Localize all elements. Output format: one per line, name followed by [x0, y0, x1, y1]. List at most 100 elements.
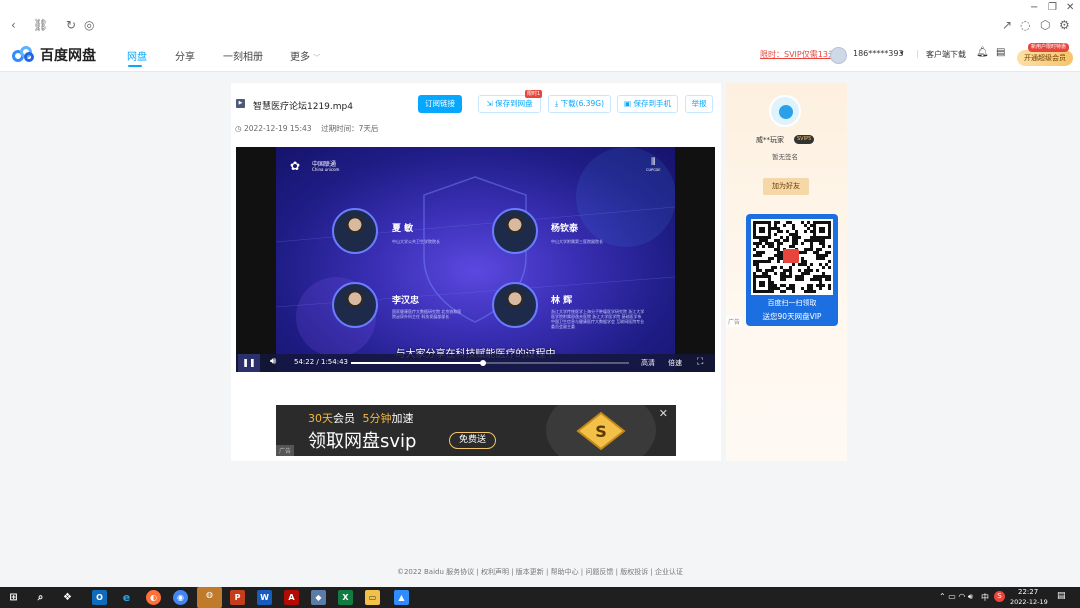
close-icon[interactable]: ✕ [659, 407, 668, 420]
speaker-title: 浙江大学传统医学上海分子肿瘤医学研究院 浙江大学医学院附属邵逸夫医院 浙江大学医… [551, 309, 645, 329]
vip-open-button[interactable]: 开通超级会员 [1017, 50, 1073, 66]
acrobat-icon[interactable]: A [284, 590, 299, 605]
report-button[interactable]: 举报 [685, 95, 713, 113]
qr-caption-line2: 送您90天网盘VIP [762, 312, 822, 321]
comment-icon[interactable]: ◌ [1020, 19, 1030, 31]
speaker-title: 国家健康医疗大数据研究院 北京协和医院泌尿外科主任 科技发展部部长 [392, 309, 462, 319]
firefox-icon[interactable]: ◐ [146, 590, 161, 605]
speaker-title: 中山大学附属第三医院副院长 [551, 239, 603, 244]
chevron-down-icon: ﹀ [313, 54, 321, 62]
baidu-pan-taskbar-icon[interactable]: ▲ [394, 590, 409, 605]
sharer-card: 威**玩家 SVIP5 暂无签名 加为好友 百度扫一扫领取 送您90天网盘VIP… [726, 83, 847, 461]
vip-promo-badge: 新用户限时特惠 [1028, 43, 1070, 52]
svip-promo-link[interactable]: 限时：SVIP仅需13元 [760, 49, 836, 60]
sharer-signature: 暂无签名 [772, 153, 798, 161]
settings-icon[interactable]: ⚙ [1059, 19, 1070, 31]
notification-icon[interactable]: ▤ [1057, 591, 1066, 601]
nav-item-more[interactable]: 更多 ﹀ [290, 48, 320, 63]
volume-icon[interactable]: 🔊︎ [270, 356, 276, 367]
add-friend-button[interactable]: 加为好友 [763, 178, 809, 195]
share-icon[interactable]: ↗ [1002, 19, 1012, 31]
speaker-photo [492, 282, 538, 328]
excel-icon[interactable]: X [338, 590, 353, 605]
speaker-name: 李汉忠 [392, 296, 420, 306]
page-footer: ©2022 Baidu 服务协议 | 权利声明 | 版本更新 | 帮助中心 | … [396, 568, 684, 576]
minimize-button[interactable]: − [1030, 2, 1038, 13]
ad-free-button[interactable]: 免费送 [449, 432, 497, 449]
video-background-graphic [276, 147, 675, 357]
cube-icon[interactable]: ⬡ [1040, 19, 1050, 31]
app-icon[interactable]: ◆ [311, 590, 326, 605]
bars-icon: ⦀ [651, 157, 656, 168]
globe-icon[interactable]: ◎ [84, 19, 94, 31]
powerpoint-icon[interactable]: P [230, 590, 245, 605]
pause-button[interactable]: ❚❚ [238, 354, 260, 372]
video-player[interactable]: ✿ 中国联通 China unicom ⦀ CUPCDE 夏 敏 中山大学公共卫… [236, 147, 715, 372]
speed-button[interactable]: 倍速 [668, 358, 682, 368]
subscribe-button[interactable]: 订阅链接 [418, 95, 462, 113]
refresh-icon[interactable]: ↻ [66, 19, 76, 31]
save-icon: ⇲ [486, 99, 493, 108]
app-header: 百度网盘 网盘 分享 一刻相册 更多 ﹀ 限时：SVIP仅需13元 186***… [0, 42, 1080, 72]
progress-handle[interactable] [479, 360, 486, 366]
nav-item-album[interactable]: 一刻相册 [223, 48, 263, 63]
wechat-icon[interactable]: ◍ [197, 587, 222, 608]
clock-date[interactable]: 2022-12-19 [1010, 598, 1048, 606]
nav-item-pan[interactable]: 网盘 [127, 48, 147, 63]
ad-label: 广告 [726, 316, 743, 327]
svg-text:S: S [595, 422, 607, 441]
save-badge: 限时1 [525, 90, 543, 98]
conference-logo: ⦀ CUPCDE [646, 157, 661, 172]
download-button[interactable]: ⤓ 下载(6.39G) [548, 95, 611, 113]
edge-icon[interactable]: e [119, 590, 134, 605]
tray-icons[interactable]: ⌃ ▭ ◠ 🔊︎ [939, 592, 973, 602]
nav-active-indicator [128, 65, 142, 67]
sharer-avatar [769, 95, 801, 127]
fullscreen-icon[interactable]: ⛶ [697, 357, 703, 367]
nav-item-share[interactable]: 分享 [175, 48, 195, 63]
windows-start-icon[interactable]: ⊞ [6, 590, 21, 605]
windows-taskbar: ⊞ ⌕ ❖ O e ◐ ◉ ◍ P W A ◆ X ▭ ▲ ⌃ ▭ ◠ 🔊︎ 中… [0, 587, 1080, 608]
chevron-down-icon[interactable]: ▾ [900, 49, 904, 57]
logo-text: 百度网盘 [40, 48, 96, 64]
input-method-indicator[interactable]: 中 [981, 592, 989, 603]
quality-button[interactable]: 高清 [641, 358, 655, 368]
progress-track[interactable] [351, 360, 629, 366]
video-file-icon: ▶ [236, 99, 245, 108]
qr-promo-card[interactable]: 百度扫一扫领取 送您90天网盘VIP [746, 214, 838, 326]
svip-ad-banner[interactable]: 30天会员 5分钟加速 领取网盘svip 免费送 S ✕ 广告 [276, 405, 676, 456]
username[interactable]: 186*****393 [853, 49, 904, 58]
sogou-icon[interactable]: S [994, 591, 1005, 602]
file-explorer-icon[interactable]: ▭ [365, 590, 380, 605]
save-to-phone-button[interactable]: ▣ 保存到手机 [617, 95, 678, 113]
ad-title: 领取网盘svip [308, 431, 417, 452]
avatar[interactable] [830, 47, 847, 64]
restore-button[interactable]: ❐ [1048, 2, 1057, 13]
bell-icon[interactable]: 🔔︎ [976, 47, 989, 58]
outlook-icon[interactable]: O [92, 590, 107, 605]
download-icon: ⤓ [554, 99, 559, 108]
unicom-knot-icon: ✿ [290, 159, 301, 173]
link-icon[interactable]: ⛓ [33, 19, 48, 31]
progress-fill [351, 362, 483, 364]
chrome-icon[interactable]: ◉ [173, 590, 188, 605]
share-date: 2022-12-19 15:43 [243, 124, 312, 133]
file-meta: ◷ 2022-12-19 15:43 过期时间：7天后 [235, 123, 378, 134]
china-unicom-logo: ✿ 中国联通 China unicom [290, 159, 340, 173]
speaker-title: 中山大学公共卫生学院院长 [392, 239, 440, 244]
task-view-icon[interactable]: ❖ [60, 590, 75, 605]
speaker-name: 夏 敏 [392, 224, 414, 234]
video-frame: ✿ 中国联通 China unicom ⦀ CUPCDE 夏 敏 中山大学公共卫… [276, 147, 675, 372]
back-icon[interactable]: ‹ [11, 19, 16, 31]
clipboard-icon[interactable]: ▤ [996, 47, 1005, 58]
close-button[interactable]: ✕ [1066, 2, 1074, 13]
baidu-pan-logo[interactable]: 百度网盘 [12, 45, 96, 65]
speaker-name: 杨钦泰 [551, 224, 579, 234]
svip-level-badge: SVIP5 [794, 135, 815, 144]
ad-headline: 30天会员 5分钟加速 [308, 412, 414, 425]
client-download-link[interactable]: 客户端下载 [926, 49, 966, 60]
clock-time[interactable]: 22:27 [1018, 588, 1038, 596]
word-icon[interactable]: W [257, 590, 272, 605]
search-icon[interactable]: ⌕ [33, 590, 48, 605]
qr-code [751, 219, 833, 295]
